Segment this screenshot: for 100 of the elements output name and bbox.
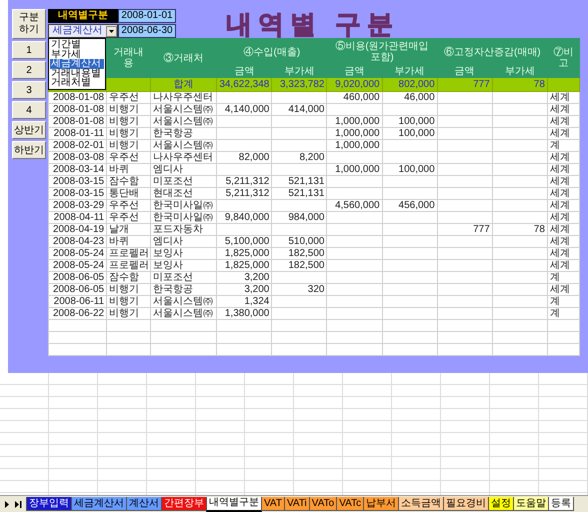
dropdown-option[interactable]: 세금계산서: [50, 59, 104, 68]
column-group-header: ⑥고정자산증감(매매): [437, 38, 548, 66]
table-cell: 서울시스템㈜: [150, 308, 217, 320]
table-cell: 비행기: [106, 308, 151, 320]
table-cell: 1,380,000: [216, 308, 272, 320]
table-cell: 82,000: [216, 152, 272, 164]
dropdown-option[interactable]: 거래내용별: [50, 68, 104, 78]
sheet-tab[interactable]: 계산서: [126, 497, 162, 511]
sheet-tab[interactable]: VAT: [261, 497, 285, 511]
column-header: ⑦비고: [547, 38, 580, 78]
column-group-header: ⑤비용(원가관련매입 포함): [326, 38, 438, 66]
total-cell: 802,000: [382, 78, 438, 92]
table-cell: 182,500: [272, 260, 327, 272]
sheet-tab[interactable]: VATo: [308, 497, 338, 511]
sheet-tab[interactable]: 도움말: [513, 497, 550, 511]
sheet-tab[interactable]: 간편장부: [161, 497, 207, 511]
total-cell: 78: [492, 78, 548, 92]
sheet-tab[interactable]: VATc: [336, 497, 364, 511]
table-cell: 2008-01-08: [48, 92, 107, 104]
table-cell: 78: [492, 224, 548, 236]
type-combo-box[interactable]: 세금계산서: [48, 24, 118, 38]
table-cell: 한국항공: [150, 284, 217, 296]
table-cell: 서울시스템㈜: [150, 140, 217, 152]
table-cell: 비행기: [106, 284, 151, 296]
table-cell: 프로펠러: [106, 260, 151, 272]
table-cell: 5,211,312: [216, 188, 272, 200]
table-cell: 2008-06-11: [48, 296, 107, 308]
table-cell: 456,000: [382, 200, 438, 212]
sheet-tab[interactable]: 내역별구분: [206, 496, 262, 512]
sheet-tab[interactable]: 납부서: [363, 497, 400, 511]
total-cell: 777: [437, 78, 492, 92]
sheet-tab[interactable]: 세금계산서: [71, 497, 127, 511]
column-header: 금액: [437, 66, 492, 78]
table-cell: 2008-03-29: [48, 200, 107, 212]
table-cell: 2008-02-01: [48, 140, 107, 152]
last-sheet-icon[interactable]: [14, 500, 24, 508]
sheet-tab[interactable]: 설정: [488, 497, 514, 511]
table-cell: 2008-05-24: [48, 248, 107, 260]
table-cell: 포드자동차: [150, 224, 217, 236]
dropdown-option[interactable]: 부가세: [50, 50, 104, 59]
table-cell: 46,000: [382, 92, 438, 104]
sheet-tab[interactable]: 등록: [548, 497, 574, 511]
table-cell: 2008-04-23: [48, 236, 107, 248]
table-cell: 2008-03-14: [48, 164, 107, 176]
period-button[interactable]: 구분하기: [12, 9, 46, 39]
table-cell: 잠수함: [106, 176, 151, 188]
table-cell: 보잉사: [150, 260, 217, 272]
table-cell: 2008-03-15: [48, 188, 107, 200]
first-sheet-icon[interactable]: [3, 500, 11, 508]
sheet-tab[interactable]: 장부입력: [26, 497, 72, 511]
total-cell: 3,323,782: [272, 78, 327, 92]
sheet-tab[interactable]: 필요경비: [443, 497, 490, 511]
table-cell: 1,825,000: [216, 260, 272, 272]
table-cell: 서울시스템㈜: [150, 104, 217, 116]
table-cell: 9,840,000: [216, 212, 272, 224]
table-cell: 잠수함: [106, 272, 151, 284]
table-cell: 프로펠러: [106, 248, 151, 260]
table-cell: 2008-05-24: [48, 260, 107, 272]
period-button[interactable]: 상반기: [12, 121, 46, 139]
table-cell: 2008-03-15: [48, 176, 107, 188]
table-cell: 날개: [106, 224, 151, 236]
sheet-tab[interactable]: VATi: [284, 497, 310, 511]
table-cell: 5,100,000: [216, 236, 272, 248]
table-cell: 2008-04-19: [48, 224, 107, 236]
period-button[interactable]: 3: [12, 81, 46, 99]
dropdown-option[interactable]: 기간별: [50, 40, 104, 50]
table-cell: 2008-06-05: [48, 272, 107, 284]
table-cell: 우주선: [106, 152, 151, 164]
end-date-field[interactable]: 2008-06-30: [118, 24, 176, 38]
table-cell: 460,000: [326, 92, 382, 104]
table-cell: 미포조선: [150, 272, 217, 284]
table-cell: 미포조선: [150, 176, 217, 188]
table-cell: 414,000: [272, 104, 327, 116]
period-button[interactable]: 2: [12, 61, 46, 79]
column-header: 거래내용: [106, 38, 151, 78]
period-button[interactable]: 4: [12, 101, 46, 119]
table-cell: 나사우주센터: [150, 92, 217, 104]
table-cell: 182,500: [272, 248, 327, 260]
sheet-tab[interactable]: 소득금액: [398, 497, 444, 511]
total-cell: 9,020,000: [326, 78, 382, 92]
table-cell: 510,000: [272, 236, 327, 248]
period-button[interactable]: 1: [12, 41, 46, 59]
table-cell: 100,000: [382, 116, 438, 128]
table-cell: 엠디사: [150, 236, 217, 248]
column-header: 부가세: [492, 66, 548, 78]
total-cell: 34,622,348: [216, 78, 272, 92]
table-cell: 2008-01-08: [48, 104, 107, 116]
table-cell: 비행기: [106, 140, 151, 152]
period-button[interactable]: 하반기: [12, 141, 46, 159]
table-cell: 521,131: [272, 176, 327, 188]
table-cell: 우주선: [106, 92, 151, 104]
table-cell: 통단배: [106, 188, 151, 200]
start-date-field[interactable]: 2008-01-01: [118, 9, 176, 23]
table-cell: 비행기: [106, 116, 151, 128]
table-cell: 1,000,000: [326, 164, 382, 176]
table-cell: 320: [272, 284, 327, 296]
table-cell: 바퀴: [106, 236, 151, 248]
table-cell: 100,000: [382, 128, 438, 140]
table-cell: 우주선: [106, 212, 151, 224]
column-header: 금액: [216, 66, 272, 78]
